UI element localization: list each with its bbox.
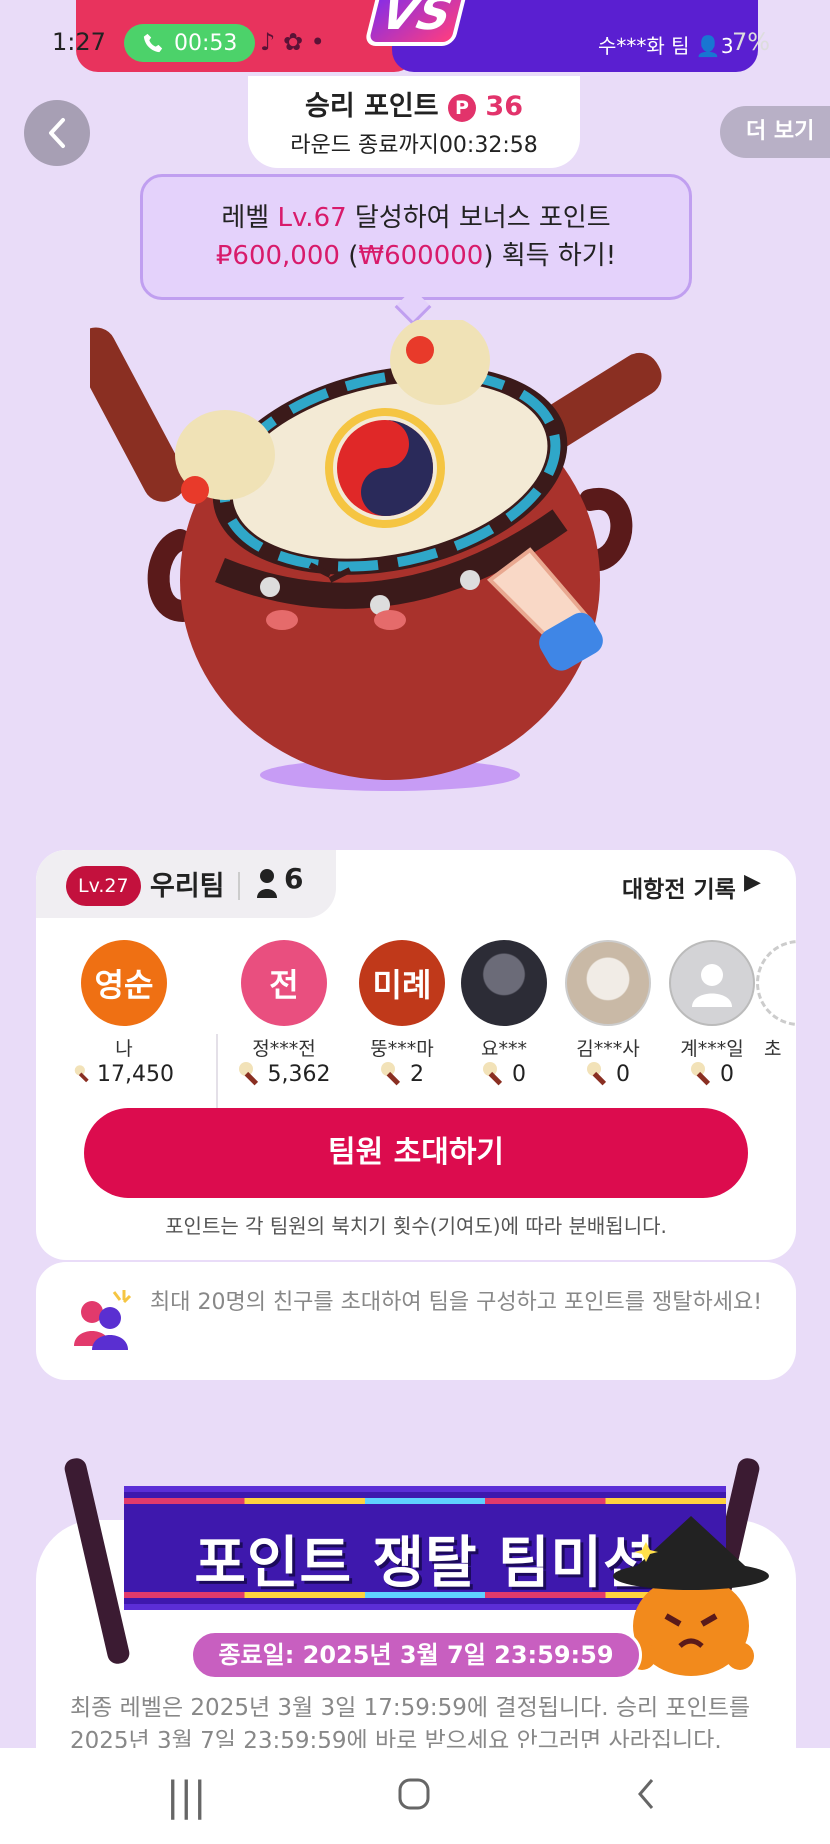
more-button[interactable]: 더 보기 [720,106,830,158]
member-name: 요*** [481,1038,527,1060]
group-icon [74,1290,132,1350]
member-name: 나 [115,1038,133,1060]
member-name: 뚱***마 [370,1038,434,1060]
avatar: 영순 [81,940,167,1026]
bubble-line-1: 레벨 Lv.67 달성하여 보너스 포인트 [221,203,611,233]
team-card: Lv.27 우리팀 6 대항전 기록 ▶ 영순 나 17,450 전 정***전… [36,850,796,1260]
round-timer: 라운드 종료까지00:32:58 [290,133,538,158]
back-chevron-icon [49,118,65,148]
member-item[interactable]: 미례 뚱***마 2 [352,940,452,1087]
bonus-bubble: 레벨 Lv.67 달성하여 보너스 포인트 ₽600,000 (₩600000)… [140,174,692,300]
member-item[interactable]: 영순 나 17,450 [74,940,174,1087]
system-nav-bar: ||| [0,1748,830,1844]
avatar-photo [565,940,651,1026]
drumstick-icon [381,1062,401,1086]
member-list: 영순 나 17,450 전 정***전 5,362 미례 뚱***마 2 요**… [36,940,796,1138]
member-item[interactable]: 계***일 0 [662,940,762,1087]
battery-level: 7% [732,28,771,56]
team-level-badge: Lv.27 [66,866,141,906]
team-member-count: 6 [284,862,304,895]
right-team-name: 수***화 팀 👤3 [598,34,734,58]
member-score: 0 [454,1061,554,1087]
avatar: 전 [241,940,327,1026]
member-score: 17,450 [74,1061,174,1087]
avatar: 미례 [359,940,445,1026]
notification-icons: ♪ ✿ • [260,28,325,56]
bonus-level: Lv.67 [277,203,347,233]
home-icon[interactable] [396,1776,432,1812]
match-history-link[interactable]: 대항전 기록 [622,870,736,904]
call-pill[interactable]: 00:53 [124,24,256,62]
empty-slot [756,940,796,1026]
status-time: 1:27 [52,28,106,56]
avatar-photo [461,940,547,1026]
member-item[interactable]: 전 정***전 5,362 [234,940,334,1087]
drumstick-icon [691,1062,711,1086]
member-score: 2 [352,1061,452,1087]
phone-icon [143,33,163,53]
member-name: 계***일 [680,1038,744,1060]
team-name: 우리팀 [150,871,225,902]
default-avatar-icon [669,940,755,1026]
invite-info-text: 최대 20명의 친구를 초대하여 팀을 구성하고 포인트를 쟁탈하세요! [150,1290,763,1315]
person-icon [257,869,277,898]
drum-character[interactable] [72,315,690,800]
invite-info-card: 최대 20명의 친구를 초대하여 팀을 구성하고 포인트를 쟁탈하세요! [36,1262,796,1380]
back-button[interactable] [24,100,90,166]
drumstick-icon [587,1062,607,1086]
member-name: 정***전 [252,1038,316,1060]
distribution-note: 포인트는 각 팀원의 북치기 횟수(기여도)에 따라 분배됩니다. [165,1214,667,1238]
drumstick-icon [74,1065,89,1083]
divider [238,872,240,900]
bubble-line-2: ₽600,000 (₩600000) 획득 하기! [215,241,617,271]
status-bar: 1:27 00:53 ♪ ✿ • 수***화 팀 👤3 7% [52,24,792,62]
drumstick-icon [483,1062,503,1086]
member-item[interactable]: 초 [756,940,796,1061]
member-score: 0 [558,1061,658,1087]
recents-icon[interactable]: ||| [166,1774,206,1820]
end-date-pill: 종료일: 2025년 3월 7일 23:59:59 [190,1630,642,1680]
point-coin-icon: P [448,93,477,122]
victory-title: 승리 포인트 P 36 [305,91,523,122]
member-score: 0 [662,1061,762,1087]
victory-panel: 승리 포인트 P 36 라운드 종료까지00:32:58 [248,76,580,168]
drumstick-icon [238,1062,258,1086]
team-tab: Lv.27 우리팀 6 [36,850,336,918]
member-item[interactable]: 김***사 0 [558,940,658,1087]
member-score: 5,362 [234,1061,334,1087]
member-name: 김***사 [576,1038,640,1060]
bonus-won: ₩600000 [358,241,484,271]
member-name: 초 [764,1038,782,1060]
invite-member-button[interactable]: 팀원 초대하기 [84,1108,748,1198]
victory-points: 36 [485,91,523,122]
back-icon[interactable] [634,1776,658,1812]
person-icon: 👤 [695,34,721,58]
bonus-points: 600,000 [232,241,340,271]
triangle-right-icon[interactable]: ▶ [744,870,761,895]
member-item[interactable]: 요*** 0 [454,940,554,1087]
call-timer: 00:53 [174,30,238,56]
